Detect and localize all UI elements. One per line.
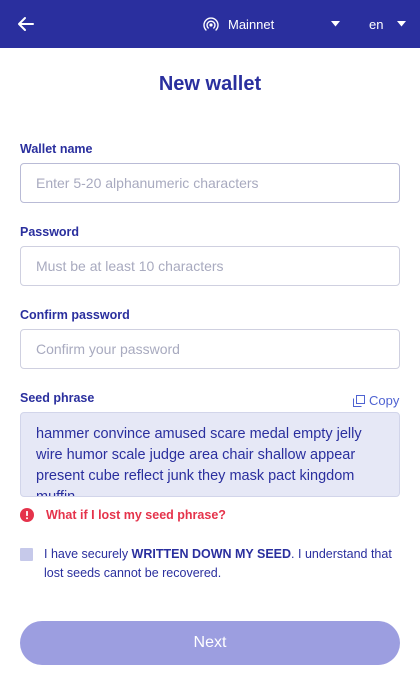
seed-phrase-label: Seed phrase — [20, 391, 95, 405]
confirm-password-label: Confirm password — [20, 308, 130, 322]
copy-seed-button[interactable]: Copy — [353, 393, 399, 408]
password-label: Password — [20, 225, 80, 239]
wallet-name-label: Wallet name — [20, 142, 93, 156]
back-arrow-icon[interactable] — [14, 12, 38, 36]
language-selector[interactable]: en — [369, 14, 383, 34]
next-button[interactable]: Next — [20, 621, 400, 665]
acknowledge-text-strong: WRITTEN DOWN MY SEED — [131, 547, 292, 561]
copy-label: Copy — [369, 393, 400, 408]
caret-down-icon[interactable] — [397, 21, 406, 27]
top-bar: Mainnet en — [0, 0, 420, 48]
acknowledge-text-start: I have securely — [44, 547, 132, 561]
language-label: en — [369, 16, 384, 32]
password-input[interactable] — [20, 246, 400, 286]
copy-icon — [353, 394, 365, 407]
broadcast-icon — [203, 17, 219, 31]
acknowledge-text[interactable]: I have securely WRITTEN DOWN MY SEED. I … — [44, 545, 394, 583]
confirm-password-input[interactable] — [20, 329, 400, 369]
wallet-name-input[interactable] — [20, 163, 400, 203]
page-title: New wallet — [158, 73, 262, 95]
seed-acknowledge-checkbox[interactable] — [20, 548, 33, 561]
lost-seed-help-link[interactable]: What if I lost my seed phrase? — [20, 508, 226, 522]
seed-phrase-box[interactable]: hammer convince amused scare medal empty… — [20, 412, 400, 497]
warning-text: What if I lost my seed phrase? — [46, 508, 226, 522]
network-label: Mainnet — [228, 16, 275, 32]
alert-icon — [20, 508, 34, 522]
network-selector[interactable]: Mainnet — [203, 14, 274, 34]
caret-down-icon[interactable] — [331, 21, 340, 27]
